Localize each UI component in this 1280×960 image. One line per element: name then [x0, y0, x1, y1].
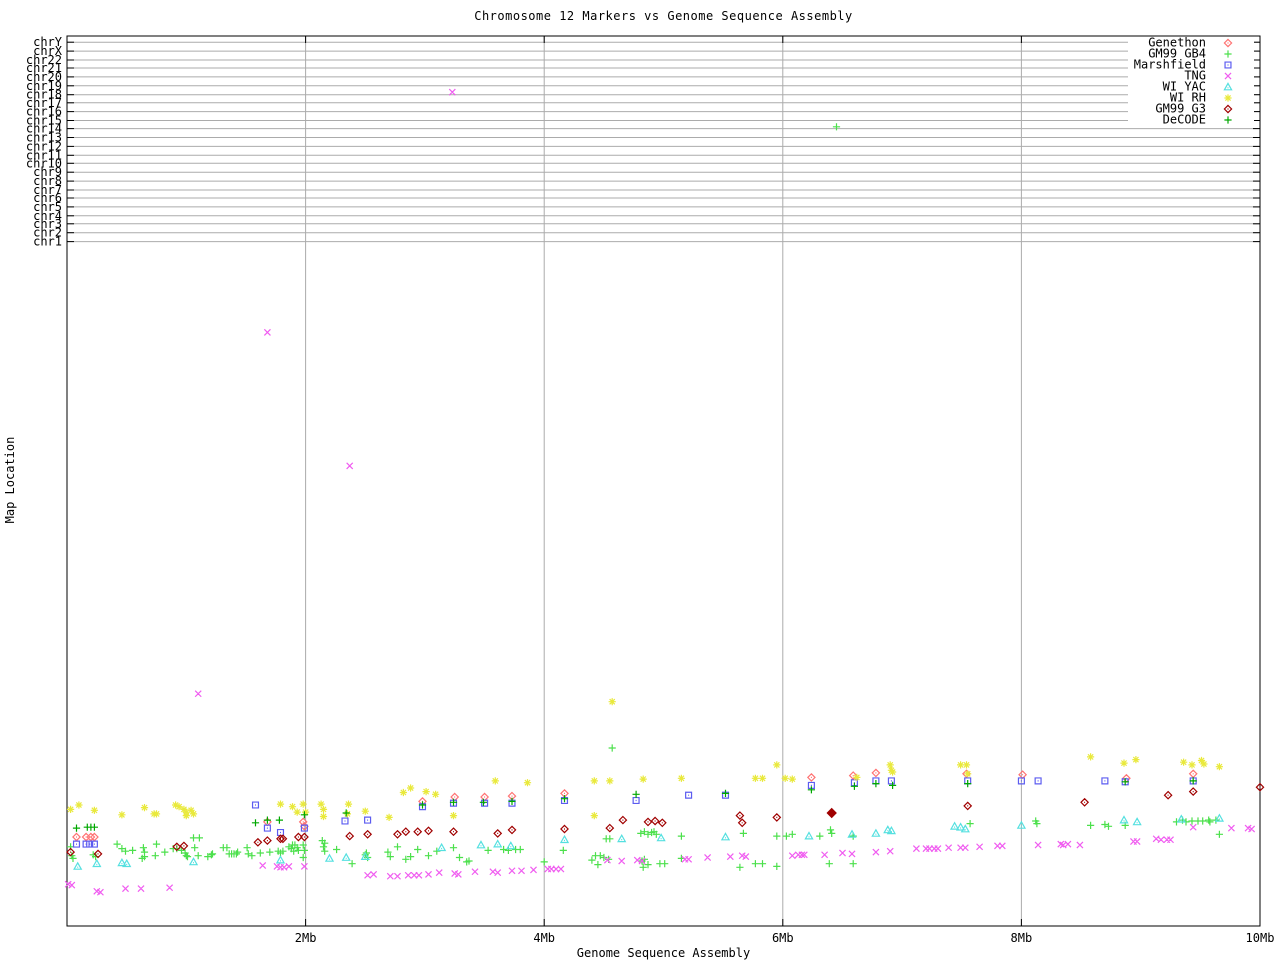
x-tick-label: 2Mb	[295, 931, 317, 945]
y-tick-label: chrY	[33, 35, 63, 49]
x-tick-label: 8Mb	[1011, 931, 1033, 945]
tick-marks	[67, 36, 1261, 926]
x-tick-label: 10Mb	[1246, 931, 1275, 945]
scatter-plot: chr1chr2chr3chr4chr5chr6chr7chr8chr9chr1…	[26, 35, 1275, 945]
gridlines	[67, 36, 1260, 926]
x-tick-label: 4Mb	[533, 931, 555, 945]
y-tick-labels: chr1chr2chr3chr4chr5chr6chr7chr8chr9chr1…	[26, 35, 63, 248]
highlight-point	[826, 807, 837, 819]
series-tng	[64, 88, 1256, 896]
legend: GenethonGM99 GB4MarshfieldTNGWI YACWI RH…	[1128, 36, 1254, 127]
series-gm99-g3	[66, 782, 1265, 859]
plot-border	[66, 35, 1261, 927]
series-wi-rh	[67, 698, 1223, 821]
series-gm99-gb4	[67, 123, 1223, 871]
series-genethon	[72, 768, 1198, 842]
chart-canvas: Chromosome 12 Markers vs Genome Sequence…	[0, 0, 1280, 960]
x-tick-label: 6Mb	[772, 931, 794, 945]
legend-label: DeCODE	[1163, 113, 1206, 127]
series-marshfield	[72, 777, 1197, 848]
x-tick-labels: 2Mb 4Mb 6Mb 8Mb 10Mb	[295, 931, 1275, 945]
series-decode	[72, 777, 1197, 832]
legend-marker	[1224, 94, 1232, 102]
